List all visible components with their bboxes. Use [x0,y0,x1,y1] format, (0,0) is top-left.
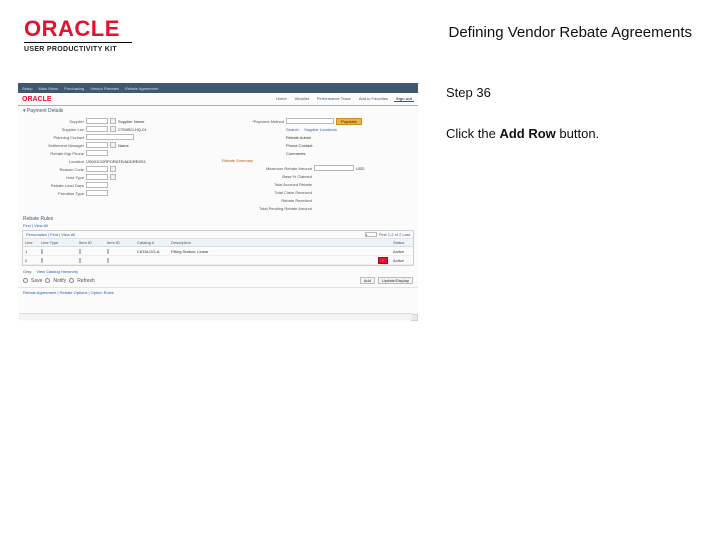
app-logo: ORACLE [22,96,52,103]
lead-days-input[interactable] [86,182,108,188]
grid-links[interactable]: Find | View All [18,223,418,230]
payment-method-input[interactable] [286,118,334,124]
max-rebate-input[interactable] [314,165,354,171]
header: ORACLE USER PRODUCTIVITY KIT Defining Ve… [0,0,720,59]
oracle-logo: ORACLE [24,18,132,40]
grid-title: Rebate Rules [18,213,418,223]
supplier-loc-input[interactable] [86,126,108,132]
lookup-icon[interactable] [110,126,116,132]
populate-button[interactable]: Populate [336,118,362,125]
item-pick-input[interactable] [79,249,81,254]
proration-input[interactable] [86,190,108,196]
instruction-text: Click the Add Row button. [446,124,696,145]
add-button[interactable]: Add [360,277,375,284]
document-title: Defining Vendor Rebate Agreements [449,18,693,41]
lookup-icon[interactable] [110,174,116,180]
notify-radio[interactable] [45,278,50,283]
logo-block: ORACLE USER PRODUCTIVITY KIT [24,18,132,53]
summary-heading: Rebate Summary [222,157,414,164]
grid-header: Line Line Type Item ID Item ID Catalog #… [23,239,413,247]
hold-type-input[interactable] [86,174,108,180]
app-screenshot: Setup Main Menu Purchasing Vendor Rebate… [18,83,418,321]
item-id-input[interactable] [107,258,109,263]
grid-page-input[interactable] [365,232,377,237]
supplier-input[interactable] [86,118,108,124]
table-row: 1 CATALOG-A Filling Station, Linear Acti… [23,247,413,256]
refresh-radio[interactable] [69,278,74,283]
app-tabs: Home Worklist Performance Trace Add to F… [274,96,414,102]
lookup-icon[interactable] [110,142,116,148]
logo-subtitle: USER PRODUCTIVITY KIT [24,46,132,53]
save-radio[interactable] [23,278,28,283]
lookup-icon[interactable] [110,118,116,124]
update-display-button[interactable]: Update/Display [378,277,413,284]
phone-input[interactable] [86,150,108,156]
item-pick-input[interactable] [79,258,81,263]
settlement-mgr-input[interactable] [86,142,108,148]
table-row: 2 − Active [23,256,413,265]
view-catalog-link[interactable]: View Catalog Hierarchy [36,269,78,274]
breadcrumb: Setup Main Menu Purchasing Vendor Rebate… [18,83,418,93]
planning-contact-input[interactable] [86,134,134,140]
grid-nav-links[interactable]: Personalize | Find | View All [26,232,75,237]
search-link[interactable]: Search [286,127,299,132]
line-type-input[interactable] [41,258,43,263]
line-type-input[interactable] [41,249,43,254]
instruction-panel: Step 36 Click the Add Row button. [418,83,696,321]
reason-code-input[interactable] [86,166,108,172]
add-row-button[interactable]: − [378,257,388,264]
item-id-input[interactable] [107,249,109,254]
step-label: Step 36 [446,83,696,104]
scrollbar-corner[interactable] [411,314,418,321]
supplier-loc-link[interactable]: Supplier Locations [304,127,337,132]
footer-tabs[interactable]: Rebate Agreement | Rebate Options | Opti… [18,287,418,297]
lookup-icon[interactable] [110,166,116,172]
rules-grid: Personalize | Find | View All First 1-2 … [22,230,414,266]
section-title: ▾ Payment Details [18,106,418,116]
